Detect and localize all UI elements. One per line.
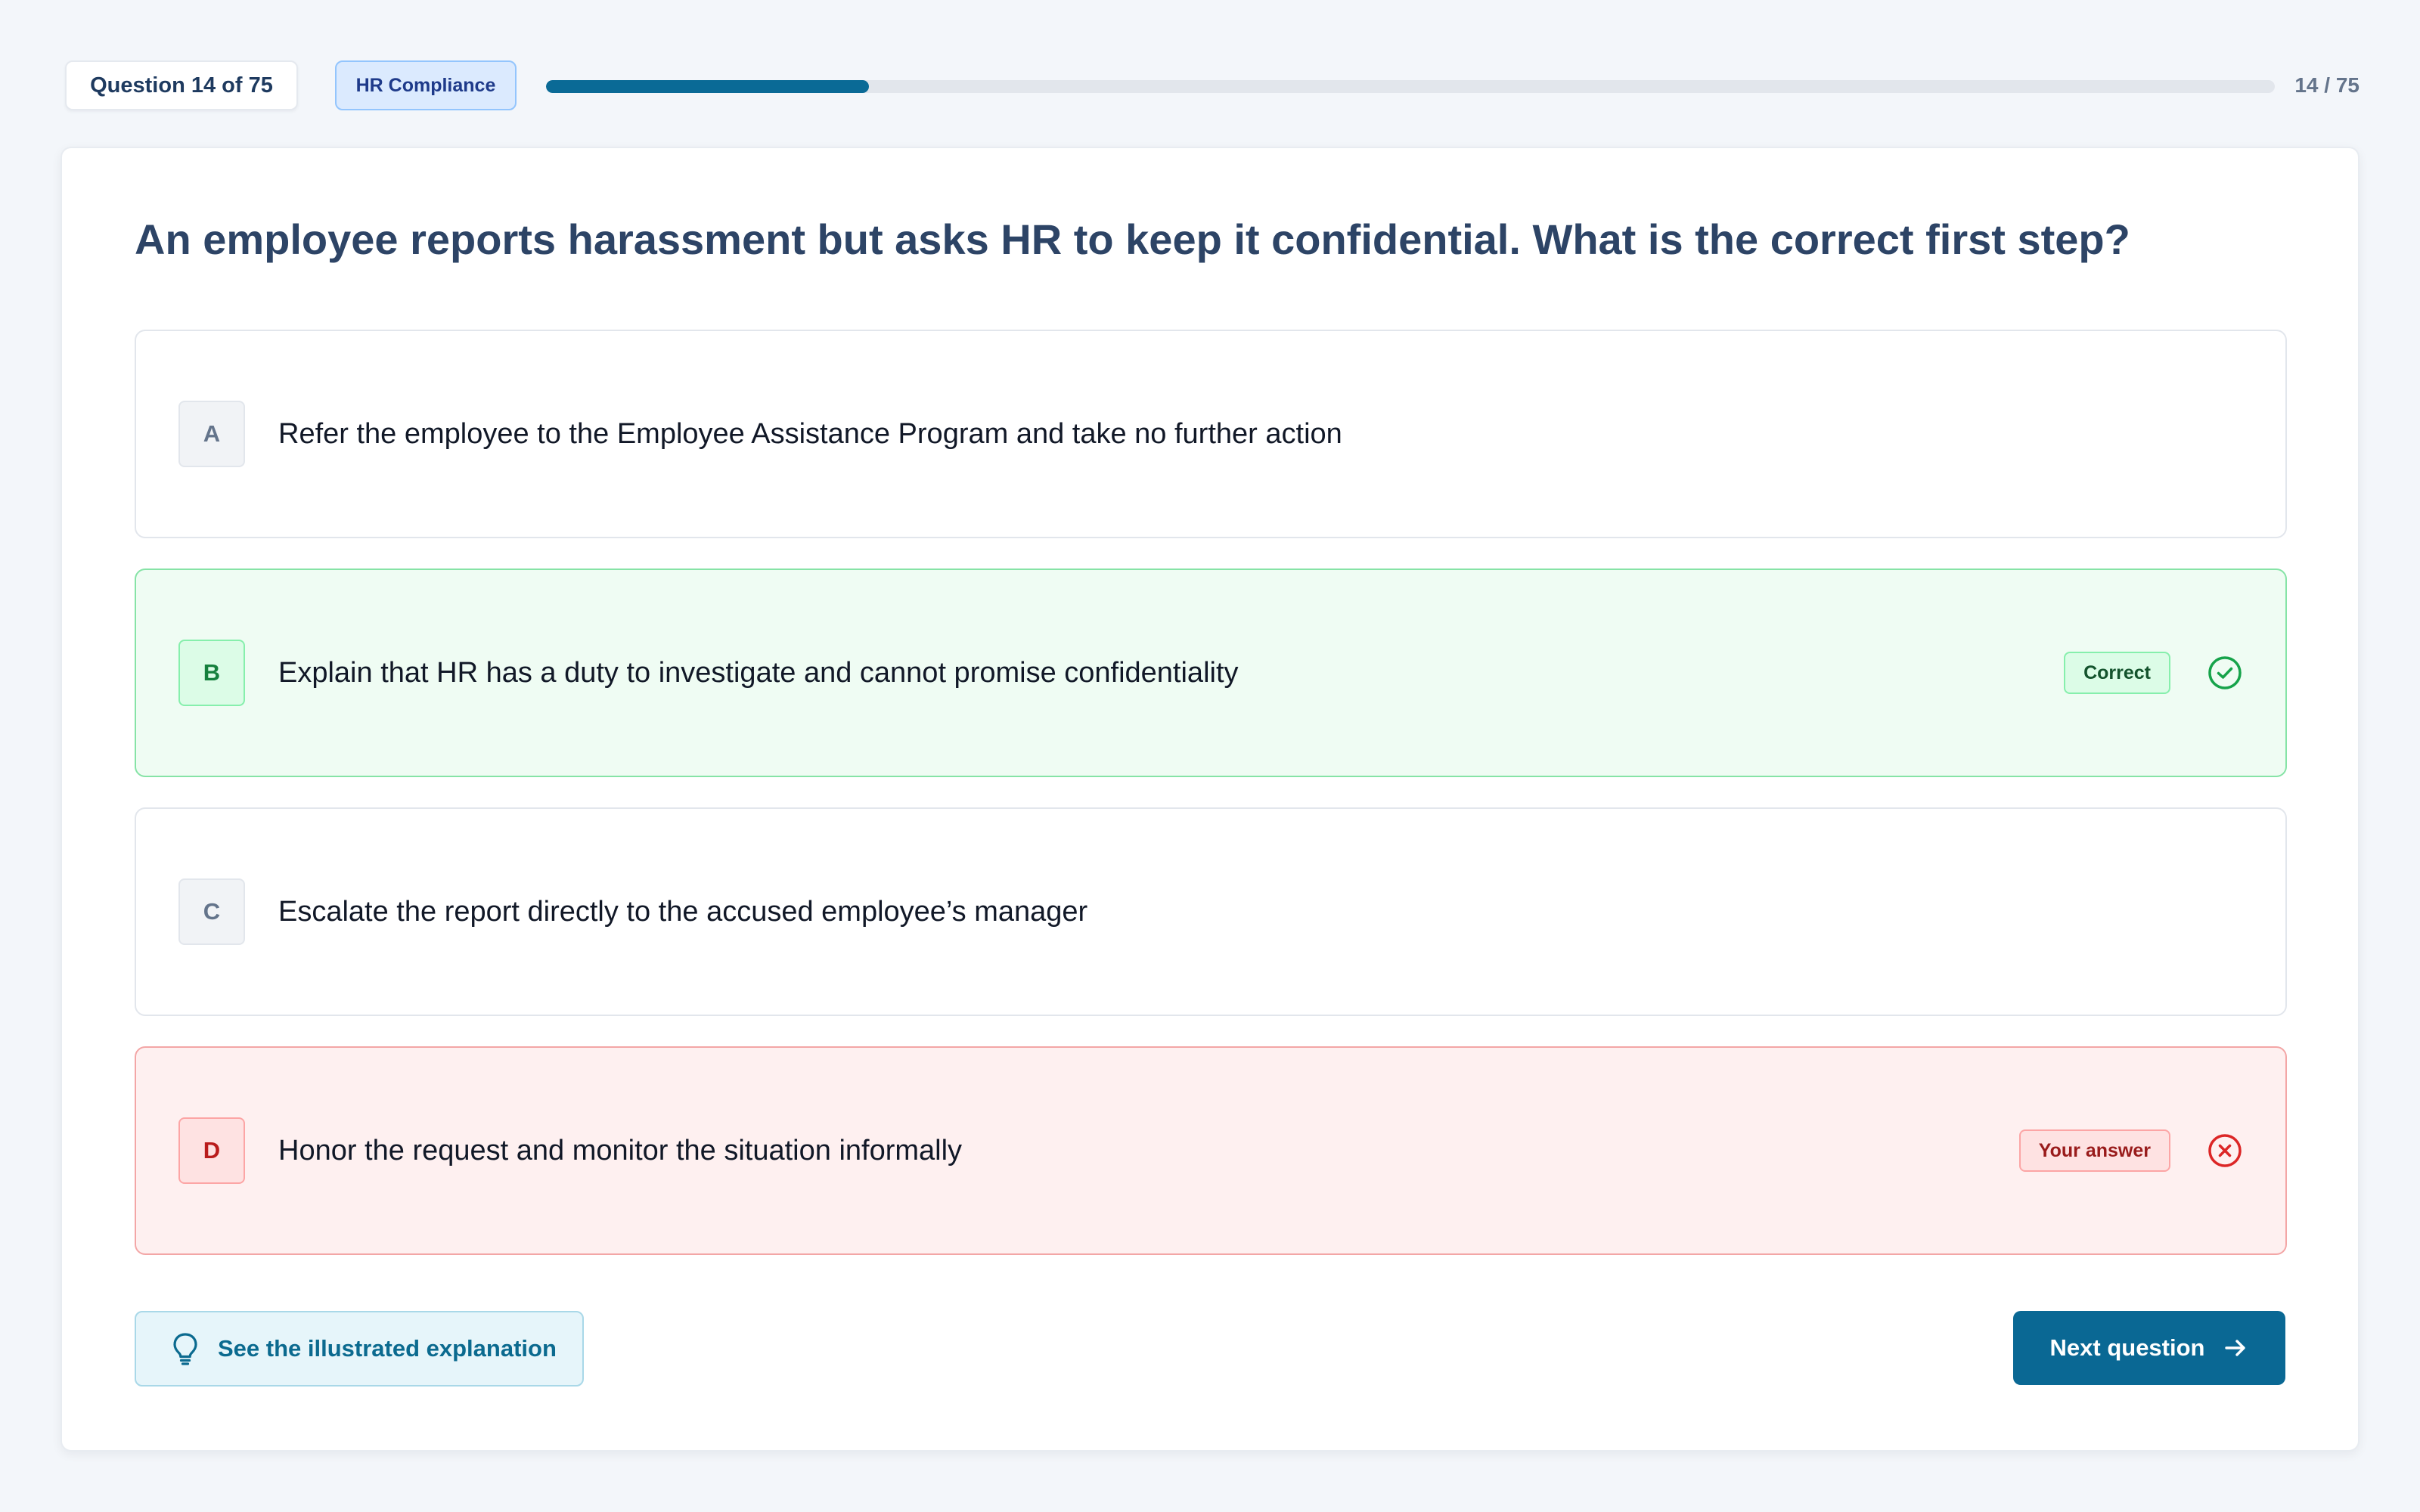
option-text: Escalate the report directly to the accu… xyxy=(278,895,1088,928)
answer-option-d[interactable]: D Honor the request and monitor the situ… xyxy=(135,1046,2287,1255)
explanation-button-label: See the illustrated explanation xyxy=(218,1335,557,1362)
next-question-button[interactable]: Next question xyxy=(2013,1311,2285,1385)
option-letter: C xyxy=(178,878,245,945)
arrow-right-icon xyxy=(2225,1340,2246,1356)
answer-option-a[interactable]: A Refer the employee to the Employee Ass… xyxy=(135,330,2287,538)
progress-bar xyxy=(546,80,2275,93)
answer-option-c[interactable]: C Escalate the report directly to the ac… xyxy=(135,807,2287,1016)
question-text: An employee reports harassment but asks … xyxy=(135,215,2130,263)
x-circle-icon xyxy=(2208,1134,2242,1167)
answer-option-b[interactable]: B Explain that HR has a duty to investig… xyxy=(135,569,2287,777)
question-card: An employee reports harassment but asks … xyxy=(60,147,2360,1452)
lightbulb-icon xyxy=(173,1333,197,1365)
category-badge: HR Compliance xyxy=(335,60,517,110)
correct-badge: Correct xyxy=(2064,652,2170,694)
progress-text: 14 / 75 xyxy=(2294,73,2360,97)
explanation-button[interactable]: See the illustrated explanation xyxy=(135,1311,584,1387)
your-answer-badge: Your answer xyxy=(2018,1129,2170,1172)
option-text: Explain that HR has a duty to investigat… xyxy=(278,656,1239,689)
option-letter: D xyxy=(178,1117,245,1184)
question-counter: Question 14 of 75 xyxy=(65,60,298,110)
progress-bar-fill xyxy=(546,80,869,93)
option-letter: A xyxy=(178,401,245,467)
next-question-label: Next question xyxy=(2049,1334,2205,1361)
quiz-header: Question 14 of 75 HR Compliance 14 / 75 xyxy=(65,60,2360,110)
check-circle-icon xyxy=(2208,656,2242,689)
option-text: Refer the employee to the Employee Assis… xyxy=(278,417,1342,450)
option-letter: B xyxy=(178,640,245,706)
option-text: Honor the request and monitor the situat… xyxy=(278,1134,963,1167)
